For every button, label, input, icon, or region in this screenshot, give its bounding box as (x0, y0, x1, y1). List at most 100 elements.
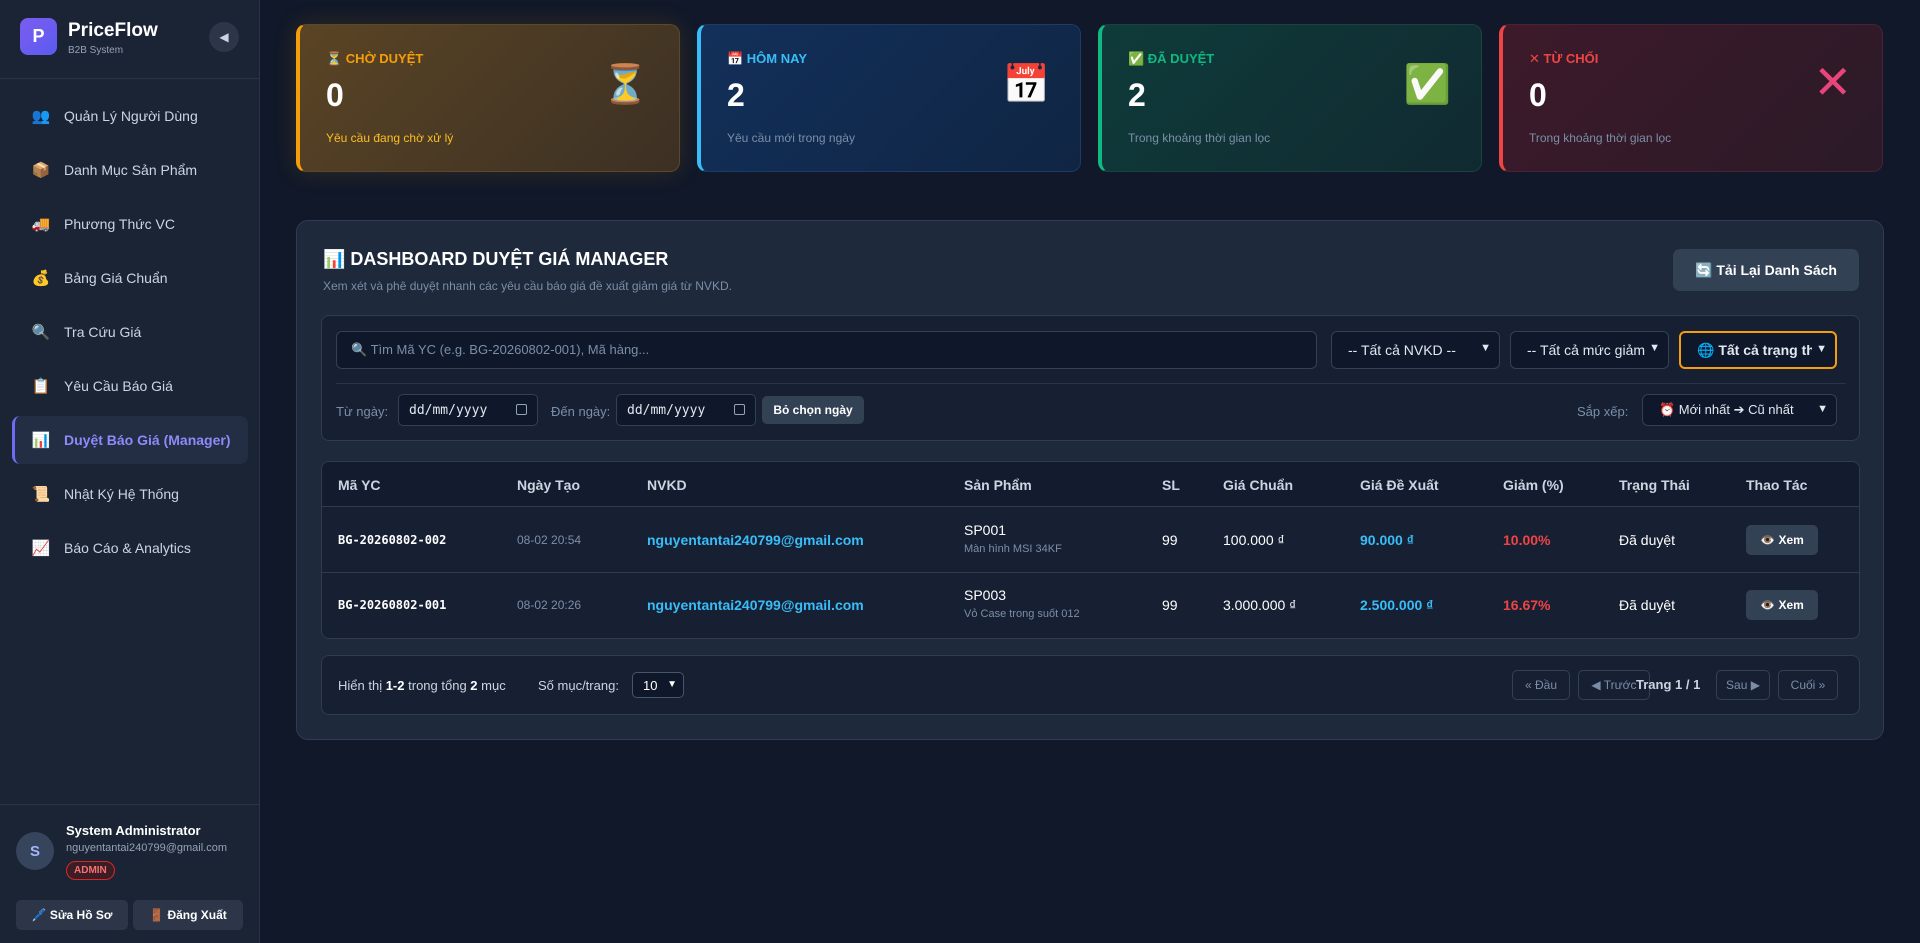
calendar-icon: 📅 (1002, 64, 1050, 106)
table-row[interactable]: BG-20260802-002 08-02 20:54 nguyentantai… (322, 507, 1859, 572)
from-date-input[interactable]: dd/mm/yyyy (398, 394, 538, 426)
first-page-button[interactable]: « Đầu (1512, 670, 1570, 700)
column-header[interactable]: Giảm (%) (1503, 477, 1564, 493)
pagination-total: 2 (470, 678, 478, 693)
per-page-label: Số mục/trang: (538, 678, 619, 693)
status-select[interactable]: 🌐 Tất cả trạng thái ▼ (1679, 331, 1837, 369)
approval-panel: 📊 DASHBOARD DUYỆT GIÁ MANAGER Xem xét và… (296, 220, 1884, 740)
truck-icon: 🚚 (31, 216, 51, 233)
sort-select-value: ⏰ Mới nhất ➔ Cũ nhất (1659, 402, 1794, 417)
sidebar-item-shipping[interactable]: 🚚 Phương Thức VC (12, 200, 248, 248)
clipboard-icon: 📋 (31, 378, 51, 395)
chevron-down-icon: ▼ (1649, 342, 1660, 354)
sidebar-item-label: Duyệt Báo Giá (Manager) (64, 432, 231, 448)
stat-title: ⏳ CHỜ DUYỆT (326, 51, 424, 66)
sidebar-item-quote-approval[interactable]: 📊 Duyệt Báo Giá (Manager) (12, 416, 248, 464)
logout-button[interactable]: 🚪 Đăng Xuất (133, 900, 243, 930)
users-icon: 👥 (31, 108, 51, 125)
column-header[interactable]: Giá Chuẩn (1223, 477, 1293, 493)
column-header[interactable]: Sản Phẩm (964, 477, 1032, 493)
column-header[interactable]: SL (1162, 477, 1180, 493)
table-header: Mã YC Ngày Tạo NVKD Sản Phẩm SL Giá Chuẩ… (322, 462, 1859, 507)
product-sku: SP001 (964, 522, 1007, 538)
sidebar-item-label: Tra Cứu Giá (64, 324, 142, 340)
product-name: Vỏ Case trong suốt 012 (964, 608, 1080, 620)
sidebar-item-label: Phương Thức VC (64, 216, 175, 232)
hourglass-icon: ⏳ (601, 64, 649, 106)
status-text: Đã duyệt (1619, 532, 1676, 548)
check-icon: ✅ (1403, 64, 1451, 106)
page-title: 📊 DASHBOARD DUYỆT GIÁ MANAGER (323, 249, 669, 269)
request-id: BG-20260802-002 (338, 533, 447, 547)
product-name: Màn hình MSI 34KF (964, 543, 1062, 555)
column-header[interactable]: Giá Đề Xuất (1360, 477, 1439, 493)
request-id: BG-20260802-001 (338, 598, 447, 612)
product-sku: SP003 (964, 587, 1007, 603)
to-date-input[interactable]: dd/mm/yyyy (616, 394, 756, 426)
stat-card-approved: ✅ ĐÃ DUYỆT 2 Trong khoảng thời gian lọc … (1098, 24, 1482, 172)
pagination-text: Hiển thị (338, 678, 383, 693)
edit-profile-button[interactable]: 🖊️ Sửa Hồ Sơ (16, 900, 128, 930)
search-input[interactable]: 🔍 Tìm Mã YC (e.g. BG-20260802-001), Mã h… (336, 331, 1317, 369)
column-header[interactable]: Trạng Thái (1619, 477, 1690, 493)
next-page-button[interactable]: Sau ▶ (1716, 670, 1770, 700)
chevron-down-icon: ▼ (1817, 403, 1828, 415)
sidebar-item-label: Báo Cáo & Analytics (64, 540, 191, 556)
sidebar-item-system-log[interactable]: 📜 Nhật Ký Hệ Thống (12, 470, 248, 518)
stat-value: 2 (727, 77, 745, 113)
collapse-sidebar-button[interactable]: ◀ (209, 22, 239, 52)
calendar-icon[interactable] (516, 404, 527, 415)
stat-value: 2 (1128, 77, 1146, 113)
sidebar-item-analytics[interactable]: 📈 Báo Cáo & Analytics (12, 524, 248, 572)
sidebar-item-price-lookup[interactable]: 🔍 Tra Cứu Giá (12, 308, 248, 356)
chevron-down-icon: ▼ (1480, 342, 1491, 354)
per-page-select[interactable]: 10 ▼ (632, 672, 684, 698)
nvkd-select[interactable]: -- Tất cả NVKD -- ▼ (1331, 331, 1500, 369)
proposed-price: 2.500.000 ₫ (1360, 597, 1434, 613)
discount-level-select[interactable]: -- Tất cả mức giảm ▼ (1510, 331, 1669, 369)
column-header[interactable]: NVKD (647, 477, 687, 493)
bar-chart-icon: 📊 (31, 432, 51, 449)
sidebar-item-users[interactable]: 👥 Quản Lý Người Dùng (12, 92, 248, 140)
sidebar-item-label: Danh Mục Sản Phẩm (64, 162, 198, 178)
stat-desc: Yêu cầu mới trong ngày (727, 131, 855, 145)
filter-bar: 🔍 Tìm Mã YC (e.g. BG-20260802-001), Mã h… (321, 315, 1860, 441)
sidebar-item-price-list[interactable]: 💰 Bảng Giá Chuẩn (12, 254, 248, 302)
view-button[interactable]: 👁️ Xem (1746, 525, 1818, 555)
stat-card-today: 📅 HÔM NAY 2 Yêu cầu mới trong ngày 📅 (697, 24, 1081, 172)
created-date: 08-02 20:54 (517, 533, 582, 547)
user-name: System Administrator (66, 823, 201, 838)
from-date-placeholder: dd/mm/yyyy (409, 402, 488, 418)
trend-chart-icon: 📈 (31, 540, 51, 557)
pagination: Hiển thị 1-2 trong tổng 2 mục Số mục/tra… (321, 655, 1860, 715)
last-page-button[interactable]: Cuối » (1778, 670, 1838, 700)
sidebar-item-products[interactable]: 📦 Danh Mục Sản Phẩm (12, 146, 248, 194)
nvkd-select-value: -- Tất cả NVKD -- (1348, 342, 1456, 358)
sidebar-item-quote-requests[interactable]: 📋 Yêu Cầu Báo Giá (12, 362, 248, 410)
pagination-info: Hiển thị 1-2 trong tổng 2 mục (338, 678, 506, 693)
from-date-label: Từ ngày: (336, 404, 389, 419)
avatar: S (16, 832, 54, 870)
stat-title: ✅ ĐÃ DUYỆT (1128, 51, 1215, 66)
column-header[interactable]: Mã YC (338, 477, 381, 493)
clear-dates-button[interactable]: Bỏ chọn ngày (762, 396, 864, 424)
page-subtitle: Xem xét và phê duyệt nhanh các yêu cầu b… (323, 279, 732, 293)
column-header[interactable]: Ngày Tạo (517, 477, 580, 493)
stat-title: 📅 HÔM NAY (727, 51, 807, 66)
column-header[interactable]: Thao Tác (1746, 477, 1807, 493)
view-button[interactable]: 👁️ Xem (1746, 590, 1818, 620)
scroll-icon: 📜 (31, 486, 51, 503)
standard-price: 3.000.000 ₫ (1223, 597, 1297, 613)
stat-card-rejected: ✕ TỪ CHỐI 0 Trong khoảng thời gian lọc ✕ (1499, 24, 1883, 172)
proposed-price: 90.000 ₫ (1360, 532, 1414, 548)
sort-select[interactable]: ⏰ Mới nhất ➔ Cũ nhất ▼ (1642, 394, 1837, 426)
money-bag-icon: 💰 (31, 270, 51, 287)
reload-list-button[interactable]: 🔄 Tải Lại Danh Sách (1673, 249, 1859, 291)
table-row[interactable]: BG-20260802-001 08-02 20:26 nguyentantai… (322, 573, 1859, 638)
calendar-icon[interactable] (734, 404, 745, 415)
stat-title: ✕ TỪ CHỐI (1529, 51, 1599, 66)
pagination-text: mục (481, 678, 506, 693)
pagination-text: trong tổng (408, 678, 467, 693)
stat-desc: Trong khoảng thời gian lọc (1529, 131, 1672, 145)
stat-desc: Yêu cầu đang chờ xử lý (326, 131, 454, 145)
